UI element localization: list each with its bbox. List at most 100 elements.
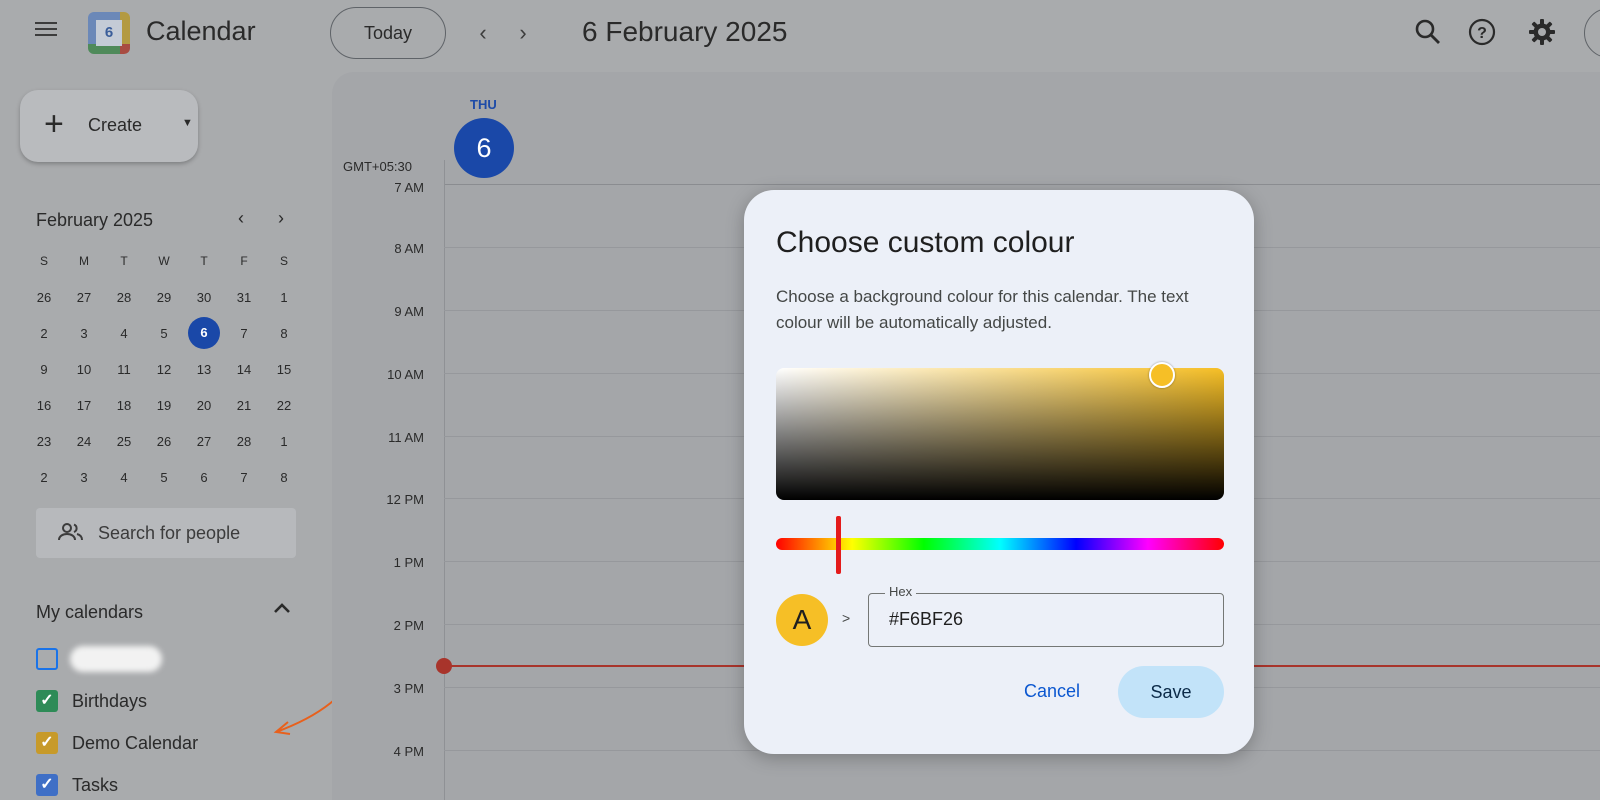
save-button[interactable]: Save xyxy=(1118,666,1224,718)
help-icon[interactable]: ? xyxy=(1466,16,1498,48)
logo-day: 6 xyxy=(96,20,122,46)
mini-calendar-day[interactable]: 11 xyxy=(104,362,144,377)
mini-calendar-week: 2 3 4 5 6 7 8 xyxy=(24,315,304,351)
mini-calendar-day[interactable]: 13 xyxy=(184,362,224,377)
search-icon[interactable] xyxy=(1412,16,1444,48)
day-number-button[interactable]: 6 xyxy=(454,118,514,178)
mini-calendar-day[interactable]: 1 xyxy=(264,290,304,305)
mini-calendar-prev-button[interactable]: ‹ xyxy=(238,208,244,229)
calendar-checkbox-checked[interactable]: ✓ xyxy=(36,774,58,796)
mini-calendar-day[interactable]: 28 xyxy=(224,434,264,449)
calendar-checkbox-checked[interactable]: ✓ xyxy=(36,690,58,712)
mini-calendar-next-button[interactable]: › xyxy=(278,208,284,229)
mini-calendar-day[interactable]: 29 xyxy=(144,290,184,305)
main-menu-button[interactable] xyxy=(30,18,62,48)
mini-calendar-day[interactable]: 4 xyxy=(104,470,144,485)
mini-calendar-day[interactable]: 26 xyxy=(144,434,184,449)
mini-calendar-day[interactable]: 24 xyxy=(64,434,104,449)
calendar-logo[interactable]: 6 xyxy=(88,12,130,54)
mini-calendar-day[interactable]: 26 xyxy=(24,290,64,305)
mini-calendar-day[interactable]: 10 xyxy=(64,362,104,377)
mini-calendar-day[interactable]: 22 xyxy=(264,398,304,413)
mini-calendar-week: 16 17 18 19 20 21 22 xyxy=(24,387,304,423)
hour-label: 11 AM xyxy=(388,430,424,445)
account-avatar[interactable] xyxy=(1584,8,1600,58)
colour-preview: A xyxy=(776,594,828,646)
mini-calendar-day[interactable]: 4 xyxy=(104,326,144,341)
mini-calendar-day[interactable]: 6 xyxy=(184,470,224,485)
dialog-description: Choose a background colour for this cale… xyxy=(776,287,1189,332)
mini-calendar-day-selected[interactable]: 6 xyxy=(184,317,224,349)
mini-calendar-day[interactable]: 7 xyxy=(224,326,264,341)
mini-calendar-day[interactable]: 30 xyxy=(184,290,224,305)
hour-label: 9 AM xyxy=(394,304,424,319)
app-title[interactable]: Calendar xyxy=(146,16,256,47)
mini-calendar-day[interactable]: 27 xyxy=(184,434,224,449)
custom-colour-dialog: Choose custom colour Choose a background… xyxy=(744,190,1254,754)
mini-calendar-week: 9 10 11 12 13 14 15 xyxy=(24,351,304,387)
weekday-header: S xyxy=(39,254,48,268)
my-calendars-heading[interactable]: My calendars xyxy=(36,602,143,623)
mini-calendar-day[interactable]: 15 xyxy=(264,362,304,377)
calendar-name: Birthdays xyxy=(72,691,148,711)
calendar-checkbox-checked[interactable]: ✓ xyxy=(36,732,58,754)
mini-calendar-day[interactable]: 27 xyxy=(64,290,104,305)
mini-calendar-day[interactable]: 31 xyxy=(224,290,264,305)
hour-label: 12 PM xyxy=(386,492,424,507)
mini-calendar-day[interactable]: 12 xyxy=(144,362,184,377)
dropdown-caret-icon: ▼ xyxy=(182,117,193,129)
search-people-input[interactable]: Search for people xyxy=(36,508,296,558)
mini-calendar-day[interactable]: 28 xyxy=(104,290,144,305)
mini-calendar-day[interactable]: 21 xyxy=(224,398,264,413)
mini-calendar-day[interactable]: 2 xyxy=(24,326,64,341)
mini-calendar-day[interactable]: 19 xyxy=(144,398,184,413)
mini-calendar-grid: S M T W T F S 26 27 28 29 30 31 1 2 3 4 … xyxy=(24,243,304,495)
hue-slider[interactable] xyxy=(776,538,1224,550)
previous-day-button[interactable]: ‹ xyxy=(468,18,498,48)
calendar-name: Demo Calendar xyxy=(72,733,199,753)
hour-label: 3 PM xyxy=(393,681,424,696)
calendar-checkbox[interactable] xyxy=(36,648,58,670)
mini-calendar-day[interactable]: 2 xyxy=(24,470,64,485)
preview-arrow: > xyxy=(842,610,851,626)
mini-calendar-day[interactable]: 3 xyxy=(64,470,104,485)
selected-day-number: 6 xyxy=(188,317,220,349)
mini-calendar-day[interactable]: 14 xyxy=(224,362,264,377)
mini-calendar-day[interactable]: 20 xyxy=(184,398,224,413)
hex-input[interactable]: Hex #F6BF26 xyxy=(868,584,1224,647)
mini-calendar-day[interactable]: 9 xyxy=(24,362,64,377)
mini-calendar-day[interactable]: 17 xyxy=(64,398,104,413)
today-button[interactable]: Today xyxy=(330,7,446,59)
mini-calendar-day[interactable]: 3 xyxy=(64,326,104,341)
mini-calendar-day[interactable]: 25 xyxy=(104,434,144,449)
blurred-calendar-name xyxy=(70,646,162,672)
dialog-title: Choose custom colour xyxy=(776,226,1075,259)
hour-label: 2 PM xyxy=(393,618,424,633)
mini-calendar-day[interactable]: 8 xyxy=(264,470,304,485)
plus-icon: + xyxy=(44,105,64,143)
mini-calendar-day[interactable]: 16 xyxy=(24,398,64,413)
create-label: Create xyxy=(88,115,143,135)
hue-slider-handle[interactable] xyxy=(836,516,841,574)
create-button[interactable]: + Create ▼ xyxy=(20,90,198,162)
menu-line xyxy=(35,28,57,30)
hour-label: 8 AM xyxy=(394,241,424,256)
mini-calendar-day[interactable]: 5 xyxy=(144,326,184,341)
mini-calendar-day[interactable]: 7 xyxy=(224,470,264,485)
menu-line xyxy=(35,22,57,24)
mini-calendar-week: 23 24 25 26 27 28 1 xyxy=(24,423,304,459)
saturation-value-picker[interactable] xyxy=(776,368,1224,500)
mini-calendar-day[interactable]: 1 xyxy=(264,434,304,449)
chevron-up-icon[interactable] xyxy=(272,598,292,621)
mini-calendar-day[interactable]: 23 xyxy=(24,434,64,449)
weekday-header: T xyxy=(200,254,208,268)
mini-calendar-day[interactable]: 8 xyxy=(264,326,304,341)
mini-calendar-day[interactable]: 18 xyxy=(104,398,144,413)
settings-gear-icon[interactable] xyxy=(1526,16,1558,48)
cancel-button[interactable]: Cancel xyxy=(1002,666,1102,716)
top-bar: 6 Calendar Today ‹ › 6 February 2025 ? xyxy=(0,0,1600,66)
mini-calendar-day[interactable]: 5 xyxy=(144,470,184,485)
mini-calendar-weekday-row: S M T W T F S xyxy=(24,243,304,279)
next-day-button[interactable]: › xyxy=(508,18,538,48)
saturation-value-handle[interactable] xyxy=(1149,362,1175,388)
